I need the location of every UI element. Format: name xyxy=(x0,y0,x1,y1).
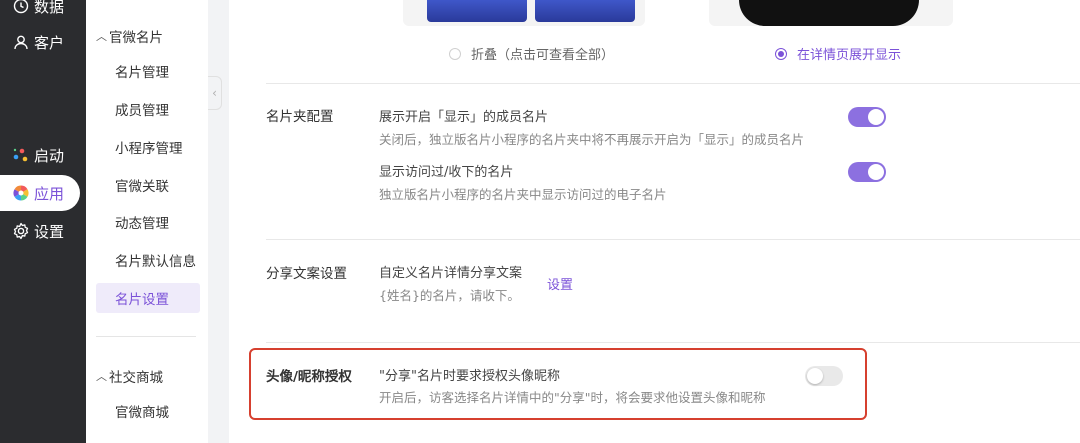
nav-label: 客户 xyxy=(34,33,65,52)
chevron-up-icon: ︿ xyxy=(96,370,107,383)
submenu-divider xyxy=(96,336,196,337)
submenu-item-label: 成员管理 xyxy=(115,103,169,119)
submenu-item-member-management[interactable]: 成员管理 xyxy=(96,94,200,124)
submenu-item-label: 官微商城 xyxy=(115,405,169,421)
submenu-item-label: 小程序管理 xyxy=(115,141,183,157)
option-title: 自定义名片详情分享文案 xyxy=(379,266,523,281)
sidebar-collapse-toggle[interactable]: ‹ xyxy=(208,76,222,110)
option-description: 关闭后，独立版名片小程序的名片夹中将不再展示开启为「显示」的成员名片 xyxy=(379,132,805,147)
nav-item-settings[interactable]: 设置 xyxy=(0,213,86,249)
radio-button[interactable] xyxy=(775,47,787,60)
secondary-sidebar: ︿ 官微名片 名片管理 成员管理 小程序管理 官微关联 动态管理 名片默认信息 … xyxy=(86,0,208,443)
toggle-show-member-cards[interactable] xyxy=(848,107,886,127)
dots-icon xyxy=(12,146,30,164)
submenu-item-card-management[interactable]: 名片管理 xyxy=(96,56,200,86)
toggle-knob xyxy=(868,164,884,180)
submenu-group-cards[interactable]: ︿ 官微名片 xyxy=(96,26,163,46)
submenu-group-title: 官微名片 xyxy=(109,30,163,46)
preview-expand-image xyxy=(739,0,919,26)
clock-icon xyxy=(12,0,30,15)
section-divider xyxy=(266,342,1080,343)
option-title: 显示访问过/收下的名片 xyxy=(379,165,514,180)
radio-fold[interactable]: 折叠（点击可查看全部） xyxy=(449,44,614,63)
toggle-show-visited-cards[interactable] xyxy=(848,162,886,182)
nav-item-apps[interactable]: 应用 xyxy=(0,175,80,211)
nav-label: 数据 xyxy=(34,0,65,16)
toggle-knob xyxy=(868,109,884,125)
submenu-item-official-mall[interactable]: 官微商城 xyxy=(96,396,200,426)
submenu-item-label: 官微关联 xyxy=(115,179,169,195)
nav-item-data[interactable]: 数据 xyxy=(0,0,86,24)
submenu-group-title: 社交商城 xyxy=(109,370,163,386)
main-content: 折叠（点击可查看全部） 在详情页展开显示 名片夹配置 展示开启「显示」的成员名片… xyxy=(229,0,1080,443)
radio-expand[interactable]: 在详情页展开显示 xyxy=(775,44,901,63)
submenu-item-label: 名片设置 xyxy=(115,292,169,308)
nav-item-customer[interactable]: 客户 xyxy=(0,24,86,60)
nav-label: 启动 xyxy=(34,146,65,165)
preview-card-image xyxy=(427,0,527,22)
radio-label: 在详情页展开显示 xyxy=(797,48,902,63)
share-copy-settings-link[interactable]: 设置 xyxy=(547,274,573,293)
section-divider xyxy=(266,239,1080,240)
submenu-item-feed-management[interactable]: 动态管理 xyxy=(96,207,200,237)
section-divider xyxy=(266,83,1080,84)
submenu-group-mall[interactable]: ︿ 社交商城 xyxy=(96,366,163,386)
option-description: 独立版名片小程序的名片夹中显示访问过的电子名片 xyxy=(379,187,667,202)
submenu-item-card-settings[interactable]: 名片设置 xyxy=(96,283,200,313)
app-flower-icon xyxy=(12,184,30,202)
preview-card-image xyxy=(535,0,635,22)
radio-label: 折叠（点击可查看全部） xyxy=(471,48,615,63)
gear-icon xyxy=(12,222,30,240)
share-copy-value: {姓名}的名片，请收下。 xyxy=(379,288,520,303)
nav-label: 设置 xyxy=(34,222,65,241)
submenu-item-label: 名片管理 xyxy=(115,65,169,81)
submenu-item-label: 名片默认信息 xyxy=(115,254,196,270)
chevron-left-icon: ‹ xyxy=(212,86,217,100)
section-title-share-copy: 分享文案设置 xyxy=(266,266,347,282)
preview-expand-thumbnail xyxy=(709,0,953,26)
submenu-item-miniprogram-management[interactable]: 小程序管理 xyxy=(96,132,200,162)
nav-label: 应用 xyxy=(34,184,65,203)
submenu-item-card-defaults[interactable]: 名片默认信息 xyxy=(96,245,200,275)
radio-button[interactable] xyxy=(449,47,461,60)
section-title-card-folder: 名片夹配置 xyxy=(266,109,334,125)
preview-fold-thumbnail xyxy=(403,0,645,26)
submenu-item-official-link[interactable]: 官微关联 xyxy=(96,170,200,200)
primary-sidebar: 数据 客户 启动 应用 设置 xyxy=(0,0,86,443)
submenu-item-label: 动态管理 xyxy=(115,216,169,232)
chevron-up-icon: ︿ xyxy=(96,30,107,43)
nav-item-launch[interactable]: 启动 xyxy=(0,137,86,173)
option-title: 展示开启「显示」的成员名片 xyxy=(379,110,549,125)
highlight-box xyxy=(249,348,867,420)
user-icon xyxy=(12,33,30,51)
